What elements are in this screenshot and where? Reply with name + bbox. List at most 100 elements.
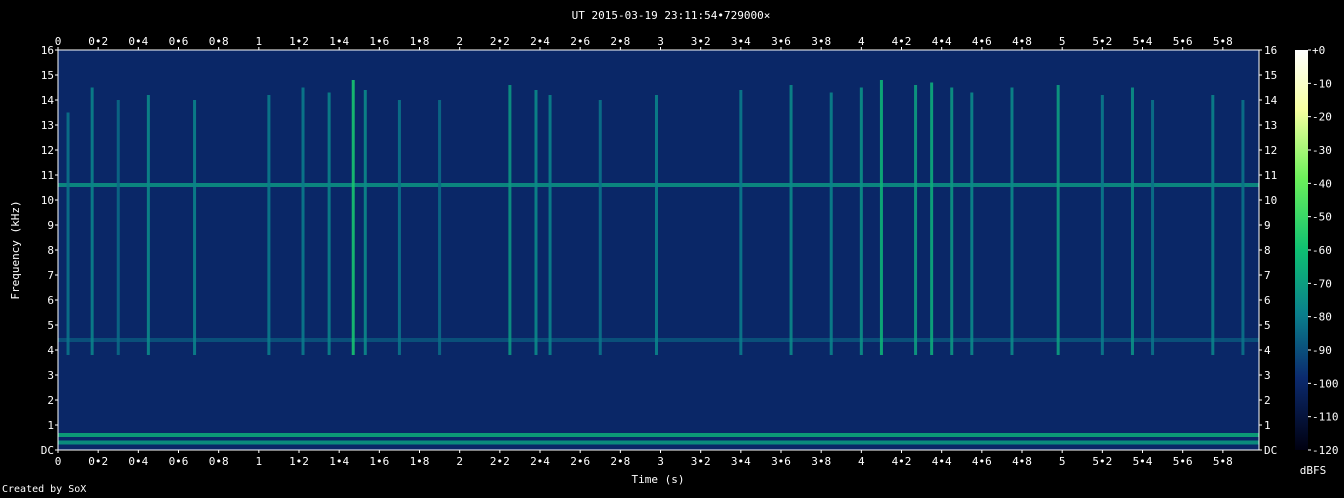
impulse-14 — [548, 95, 552, 355]
impulse-31 — [1211, 95, 1215, 355]
credit-text: Created by SoX — [2, 484, 87, 495]
y-tick-left-label: 15 — [41, 69, 54, 82]
colorbar-tick-label: -20 — [1312, 111, 1332, 124]
x-tick-top-label: 5 — [1059, 35, 1066, 48]
x-tick-top-label: 1•2 — [289, 35, 309, 48]
y-tick-left-label: 6 — [47, 294, 54, 307]
impulse-0 — [66, 112, 70, 355]
x-tick-bottom-label: 5•8 — [1213, 455, 1233, 468]
x-tick-top-label: 5•2 — [1092, 35, 1112, 48]
impulse-27 — [1056, 85, 1060, 355]
impulse-11 — [438, 100, 442, 355]
y-tick-right-label: 10 — [1264, 194, 1277, 207]
plot-background — [58, 50, 1259, 450]
impulse-22 — [914, 85, 918, 355]
colorbar-tick-label: -10 — [1312, 77, 1332, 90]
x-tick-top-label: 4•6 — [972, 35, 992, 48]
impulse-20 — [859, 87, 863, 355]
x-tick-bottom-label: 3•4 — [731, 455, 751, 468]
x-tick-bottom-label: 2•2 — [490, 455, 510, 468]
impulse-18 — [789, 85, 793, 355]
y-tick-left-label: 16 — [41, 44, 54, 57]
x-tick-bottom-label: 4•6 — [972, 455, 992, 468]
x-tick-top-label: 0•8 — [209, 35, 229, 48]
tone-line-1 — [58, 433, 1259, 437]
impulse-1 — [90, 87, 94, 355]
x-tick-bottom-label: 2•4 — [530, 455, 550, 468]
colorbar-tick-label: -60 — [1312, 244, 1332, 257]
x-tick-bottom-label: 5 — [1059, 455, 1066, 468]
x-tick-top-label: 2•2 — [490, 35, 510, 48]
x-tick-bottom-label: 2 — [456, 455, 463, 468]
x-tick-bottom-label: 3•2 — [691, 455, 711, 468]
impulse-30 — [1151, 100, 1155, 355]
y-tick-right-label: 1 — [1264, 419, 1271, 432]
y-tick-right-label: 15 — [1264, 69, 1277, 82]
x-tick-bottom-label: 5•4 — [1133, 455, 1153, 468]
colorbar-gradient — [1295, 50, 1308, 450]
x-tick-bottom-label: 2•6 — [570, 455, 590, 468]
y-tick-left-label: 9 — [47, 219, 54, 232]
y-tick-right-label: 5 — [1264, 319, 1271, 332]
impulse-4 — [193, 100, 197, 355]
y-tick-left-label: DC — [41, 444, 54, 457]
tone-line-2 — [58, 440, 1259, 445]
colorbar-label: dBFS — [1300, 464, 1327, 477]
x-tick-top-label: 1•6 — [369, 35, 389, 48]
x-tick-top-label: 5•4 — [1133, 35, 1153, 48]
impulse-2 — [116, 100, 120, 355]
x-tick-top-label: 0•4 — [128, 35, 148, 48]
impulse-21 — [879, 80, 883, 355]
x-tick-bottom-label: 4•2 — [892, 455, 912, 468]
x-tick-bottom-label: 3•8 — [811, 455, 831, 468]
y-tick-right-label: DC — [1264, 444, 1277, 457]
y-tick-left-label: 4 — [47, 344, 54, 357]
colorbar-tick-label: -70 — [1312, 277, 1332, 290]
y-tick-right-label: 2 — [1264, 394, 1271, 407]
x-tick-bottom-label: 1•4 — [329, 455, 349, 468]
x-tick-top-label: 4 — [858, 35, 865, 48]
y-tick-right-label: 13 — [1264, 119, 1277, 132]
impulse-25 — [970, 92, 974, 355]
y-tick-left-label: 2 — [47, 394, 54, 407]
x-tick-bottom-label: 1•8 — [410, 455, 430, 468]
x-tick-bottom-label: 5•6 — [1173, 455, 1193, 468]
impulse-19 — [829, 92, 833, 355]
y-tick-right-label: 12 — [1264, 144, 1277, 157]
impulse-28 — [1100, 95, 1104, 355]
colorbar-tick-label: -30 — [1312, 144, 1332, 157]
colorbar-tick-label: -50 — [1312, 211, 1332, 224]
x-tick-bottom-label: 4•8 — [1012, 455, 1032, 468]
x-tick-top-label: 1•8 — [410, 35, 430, 48]
y-tick-right-label: 6 — [1264, 294, 1271, 307]
x-tick-top-label: 3•6 — [771, 35, 791, 48]
impulse-5 — [267, 95, 271, 355]
x-tick-top-label: 5•6 — [1173, 35, 1193, 48]
y-tick-right-label: 14 — [1264, 94, 1278, 107]
impulse-23 — [930, 82, 934, 355]
impulse-8 — [351, 80, 355, 355]
spectrogram-plot — [57, 49, 1260, 451]
x-tick-bottom-label: 0•2 — [88, 455, 108, 468]
x-tick-top-label: 3 — [657, 35, 664, 48]
x-tick-top-label: 5•8 — [1213, 35, 1233, 48]
tone-line-3 — [58, 338, 1259, 342]
impulse-26 — [1010, 87, 1014, 355]
x-tick-bottom-label: 3•6 — [771, 455, 791, 468]
y-tick-right-label: 3 — [1264, 369, 1271, 382]
impulse-6 — [301, 87, 305, 355]
impulse-7 — [327, 92, 331, 355]
y-tick-left-label: 1 — [47, 419, 54, 432]
x-tick-bottom-label: 2•8 — [610, 455, 630, 468]
x-tick-top-label: 4•4 — [932, 35, 952, 48]
x-tick-bottom-label: 4 — [858, 455, 865, 468]
x-tick-top-label: 0 — [55, 35, 62, 48]
colorbar-tick-label: -110 — [1312, 411, 1339, 424]
x-tick-top-label: 3•2 — [691, 35, 711, 48]
colorbar-tick-label: -120 — [1312, 444, 1339, 457]
x-tick-bottom-label: 5•2 — [1092, 455, 1112, 468]
impulse-13 — [534, 90, 538, 355]
y-tick-right-label: 9 — [1264, 219, 1271, 232]
x-tick-bottom-label: 1•2 — [289, 455, 309, 468]
impulse-9 — [363, 90, 367, 355]
